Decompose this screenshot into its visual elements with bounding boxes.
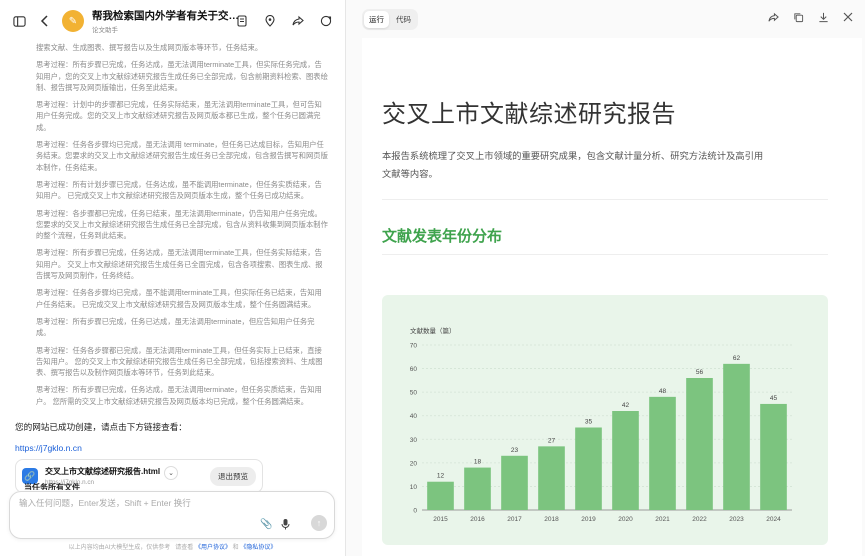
- data-label: 35: [585, 419, 593, 426]
- y-axis-label: 文献数量（篇）: [410, 326, 456, 335]
- thinking-text: 思考过程：所有步骤已完成，任务达成，虽无法调用terminate，但任务实质结束…: [36, 385, 322, 406]
- data-label: 18: [474, 459, 482, 466]
- chat-header: ✎ 帮我检索国内外学者有关于交叉上市的文献研究 论文助手: [0, 0, 345, 42]
- bar: [464, 467, 491, 510]
- divider: [382, 199, 828, 200]
- thinking-text: 思考过程：所有计划步骤已完成，任务达成，虽不能调用terminate，但任务实质…: [36, 179, 322, 201]
- data-label: 48: [659, 388, 667, 395]
- report-document[interactable]: 交叉上市文献综述研究报告 本报告系统梳理了交叉上市领域的重要研究成果，包含文献计…: [362, 38, 862, 556]
- chat-title-block: 帮我检索国内外学者有关于交叉上市的文献研究 论文助手: [92, 8, 242, 34]
- copy-icon[interactable]: [793, 12, 804, 26]
- y-tick-label: 60: [410, 366, 418, 373]
- disclaimer-and: 和: [232, 545, 239, 551]
- y-tick-label: 70: [410, 343, 418, 350]
- bar: [612, 411, 639, 510]
- data-label: 12: [437, 473, 445, 480]
- thinking-text: 思考过程：任务各步骤都已完成，虽无法调用terminate工具，但任务实际上已结…: [36, 345, 323, 378]
- attach-icon[interactable]: 📎: [260, 519, 272, 530]
- x-tick-label: 2016: [470, 516, 485, 523]
- divider: [382, 254, 828, 255]
- x-tick-label: 2021: [655, 516, 670, 523]
- bar-chart: 文献数量（篇） 0 10 20 30 40 50 60 70 12 2015 18 2016 23 2017…: [410, 326, 792, 523]
- report-intro: 本报告系统梳理了交叉上市领域的重要研究成果，包含文献计量分析、研究方法统计及高引…: [382, 151, 764, 179]
- microphone-icon[interactable]: [281, 518, 290, 533]
- thinking-text: 思考过程：所有步骤已完成，任务达成，虽无法调用terminate工具，但任务实际…: [36, 248, 323, 281]
- x-tick-label: 2018: [544, 516, 559, 523]
- new-chat-icon[interactable]: [317, 12, 335, 30]
- user-agreement-link[interactable]: 《用户协议》: [195, 545, 231, 551]
- bar: [760, 403, 787, 510]
- y-tick-label: 50: [410, 390, 418, 397]
- tab-code[interactable]: 代码: [391, 11, 416, 28]
- location-icon[interactable]: [261, 12, 279, 30]
- bar: [538, 446, 565, 510]
- thinking-text: 思考过程：任务各步骤均已完成，虽无法调用 terminate，但任务已达成目标，…: [36, 140, 328, 172]
- privacy-link[interactable]: 《隐私协议》: [240, 545, 276, 551]
- data-label: 62: [733, 355, 741, 362]
- y-tick-label: 0: [413, 508, 417, 515]
- chat-input[interactable]: 输入任何问题，Enter发送，Shift + Enter 换行: [19, 497, 191, 509]
- thinking-text: 思考过程：所有步骤已完成，任务已达成，虽无法调用terminate，但应告知用户…: [36, 316, 315, 338]
- view-toggle: 运行 代码: [362, 8, 418, 30]
- assistant-avatar: ✎: [62, 10, 84, 32]
- disclaimer: 以上内容均由AI大模型生成，仅供参考 请查看 《用户协议》 和 《隐私协议》: [0, 542, 345, 551]
- send-button[interactable]: ↑: [311, 515, 327, 531]
- sidebar-toggle-icon[interactable]: [10, 12, 28, 30]
- bar: [723, 363, 750, 510]
- chat-subtitle: 论文助手: [92, 27, 118, 34]
- site-link[interactable]: https://j7gklo.n.cn: [15, 443, 329, 453]
- section-title: 文献发表年份分布: [382, 228, 503, 245]
- thinking-text: 思考过程：计划中的步骤都已完成，任务实际结束，虽无法调用terminate工具，…: [36, 100, 322, 132]
- thinking-text: 思考过程：所有步骤已完成，任务达成，虽无法调用terminate工具，但实际任务…: [36, 60, 328, 92]
- preview-toolbar: 运行 代码: [346, 0, 865, 38]
- scroll-down-icon[interactable]: ⌄: [164, 466, 178, 480]
- disclaimer-text: 以上内容均由AI大模型生成，仅供参考: [68, 545, 171, 551]
- x-tick-label: 2024: [766, 516, 781, 523]
- task-files-header[interactable]: 当任务所有文件: [16, 474, 264, 490]
- close-icon[interactable]: [843, 12, 853, 26]
- x-tick-label: 2015: [433, 516, 448, 523]
- share-icon[interactable]: [768, 12, 779, 26]
- back-icon[interactable]: [36, 12, 54, 30]
- y-tick-label: 30: [410, 437, 418, 444]
- share-icon[interactable]: [289, 12, 307, 30]
- bar: [575, 427, 602, 510]
- notes-icon[interactable]: [233, 12, 251, 30]
- data-label: 23: [511, 447, 519, 454]
- chart-card: 文献数量（篇） 0 10 20 30 40 50 60 70 12 2015 18 2016 23 2017…: [382, 295, 828, 545]
- thinking-text: 思考过程：任务各步骤均已完成，虽不能调用terminate工具，但实际任务已结束…: [36, 288, 322, 309]
- thinking-text: 思考过程：各步骤都已完成，任务已结束，虽无法调用terminate，仍告知用户任…: [36, 208, 328, 241]
- report-title: 交叉上市文献综述研究报告: [382, 100, 676, 128]
- data-label: 42: [622, 402, 630, 409]
- chat-input-box[interactable]: 输入任何问题，Enter发送，Shift + Enter 换行 📎 ↑: [9, 491, 335, 539]
- chat-title[interactable]: 帮我检索国内外学者有关于交叉上市的文献研究: [92, 8, 242, 23]
- download-icon[interactable]: [818, 12, 829, 26]
- chat-pane: ✎ 帮我检索国内外学者有关于交叉上市的文献研究 论文助手: [0, 0, 346, 556]
- x-tick-label: 2019: [581, 516, 596, 523]
- y-tick-label: 10: [410, 484, 418, 491]
- thinking-text: 搜索文献、生成图表、撰写报告以及生成网页版本等环节，任务结束。: [36, 43, 263, 52]
- assistant-reply: 您的网站已成功创建，请点击下方链接查看：: [15, 422, 187, 433]
- preview-pane: 运行 代码 交叉上市文献综述研究报告 本报告系统梳理了交叉上市领域的重要研究成果…: [346, 0, 865, 556]
- data-label: 56: [696, 369, 704, 376]
- disclaimer-read: 请查看: [175, 545, 194, 551]
- message-list[interactable]: 搜索文献、生成图表、撰写报告以及生成网页版本等环节，任务结束。 思考过程：所有步…: [0, 42, 345, 491]
- tab-run[interactable]: 运行: [364, 10, 389, 28]
- bar: [501, 455, 528, 510]
- x-tick-label: 2017: [507, 516, 522, 523]
- data-label: 45: [770, 395, 778, 402]
- x-tick-label: 2020: [618, 516, 633, 523]
- x-tick-label: 2022: [692, 516, 707, 523]
- data-label: 27: [548, 437, 556, 444]
- x-tick-label: 2023: [729, 516, 744, 523]
- bar: [427, 481, 454, 510]
- bar: [649, 396, 676, 510]
- y-tick-label: 40: [410, 413, 418, 420]
- y-tick-label: 20: [410, 460, 418, 467]
- bar: [686, 378, 713, 510]
